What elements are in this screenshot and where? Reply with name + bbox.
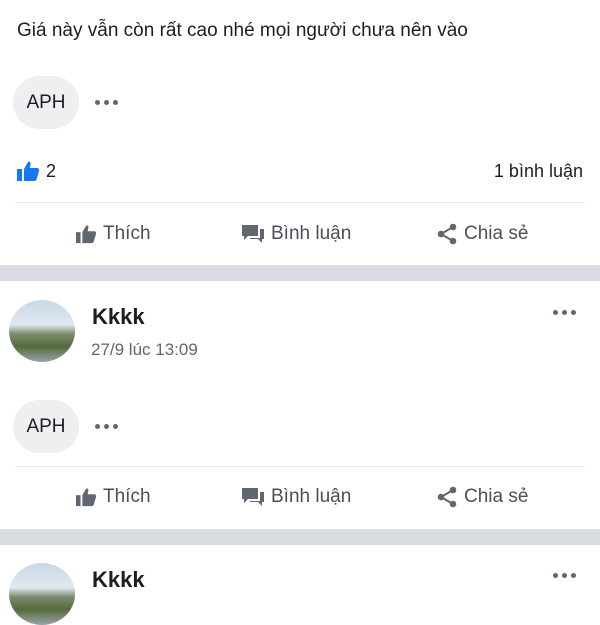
like-count: 2 [46,160,57,181]
thumbs-up-icon [76,225,97,244]
reaction-summary[interactable]: 2 [16,160,56,182]
comment-button[interactable]: Bình luận [241,223,351,245]
comment-label: Bình luận [271,486,352,507]
comment-icon [242,225,264,243]
post-timestamp[interactable]: 27/9 lúc 13:09 [91,340,198,360]
page-chip[interactable]: APH [13,400,79,453]
more-icon[interactable] [95,424,118,429]
share-label: Chia sẻ [464,486,529,507]
author-name[interactable]: Kkkk [92,567,145,593]
share-button[interactable]: Chia sẻ [436,223,528,245]
more-icon[interactable] [553,573,576,578]
like-button[interactable]: Thích [75,486,151,508]
share-icon [437,486,457,508]
avatar[interactable] [9,563,75,625]
like-button[interactable]: Thích [75,223,151,245]
more-icon[interactable] [553,310,576,315]
share-label: Chia sẻ [464,223,529,244]
comment-label: Bình luận [271,223,352,244]
comment-icon [242,488,264,506]
like-label: Thích [103,486,151,507]
like-label: Thích [103,223,151,244]
page-chip[interactable]: APH [13,76,79,129]
divider [15,466,585,467]
more-icon[interactable] [95,100,118,105]
thumbs-up-icon [17,161,40,181]
thumbs-up-icon [76,488,97,507]
author-name[interactable]: Kkkk [92,304,145,330]
share-button[interactable]: Chia sẻ [436,486,528,508]
post-separator [0,529,600,545]
post-text: Giá này vẫn còn rất cao nhé mọi người ch… [17,20,468,41]
comment-button[interactable]: Bình luận [241,486,351,508]
comment-count[interactable]: 1 bình luận [494,161,583,182]
avatar[interactable] [9,300,75,362]
post-separator [0,265,600,281]
share-icon [437,223,457,245]
divider [15,202,585,203]
